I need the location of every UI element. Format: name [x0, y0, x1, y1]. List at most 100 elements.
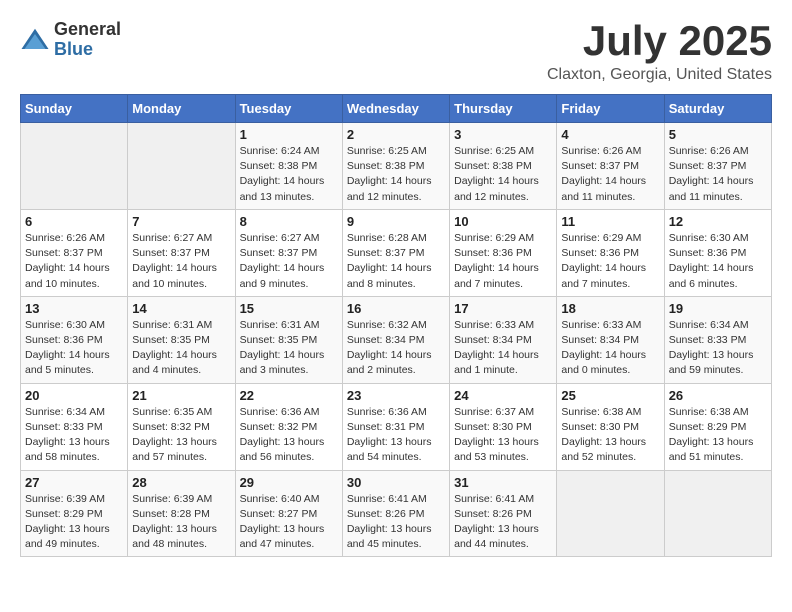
calendar-cell: 22 Sunrise: 6:36 AMSunset: 8:32 PMDayligh…	[235, 383, 342, 470]
calendar-cell: 26 Sunrise: 6:38 AMSunset: 8:29 PMDayligh…	[664, 383, 771, 470]
day-number: 23	[347, 388, 445, 403]
month-title: July 2025	[547, 20, 772, 62]
header-day: Wednesday	[342, 95, 449, 123]
day-info: Sunrise: 6:34 AMSunset: 8:33 PMDaylight:…	[25, 405, 123, 466]
day-info: Sunrise: 6:26 AMSunset: 8:37 PMDaylight:…	[669, 144, 767, 205]
day-info: Sunrise: 6:41 AMSunset: 8:26 PMDaylight:…	[347, 492, 445, 553]
title-area: July 2025 Claxton, Georgia, United State…	[547, 20, 772, 84]
page-header: General Blue July 2025 Claxton, Georgia,…	[20, 20, 772, 84]
day-info: Sunrise: 6:27 AMSunset: 8:37 PMDaylight:…	[132, 231, 230, 292]
day-number: 21	[132, 388, 230, 403]
calendar-cell: 8 Sunrise: 6:27 AMSunset: 8:37 PMDaylight…	[235, 209, 342, 296]
logo-general: General	[54, 20, 121, 40]
calendar-cell: 23Sunrise: 6:36 AMSunset: 8:31 PMDayligh…	[342, 383, 449, 470]
day-info: Sunrise: 6:31 AMSunset: 8:35 PMDaylight:…	[240, 318, 338, 379]
day-info: Sunrise: 6:30 AMSunset: 8:36 PMDaylight:…	[25, 318, 123, 379]
calendar-cell: 21 Sunrise: 6:35 AMSunset: 8:32 PMDayligh…	[128, 383, 235, 470]
day-info: Sunrise: 6:26 AMSunset: 8:37 PMDaylight:…	[25, 231, 123, 292]
day-number: 2	[347, 127, 445, 142]
calendar-cell: 17Sunrise: 6:33 AMSunset: 8:34 PMDayligh…	[450, 296, 557, 383]
calendar-cell	[557, 470, 664, 557]
day-number: 24	[454, 388, 552, 403]
day-number: 20	[25, 388, 123, 403]
day-number: 30	[347, 475, 445, 490]
calendar-cell: 5Sunrise: 6:26 AMSunset: 8:37 PMDaylight…	[664, 123, 771, 210]
day-number: 29	[240, 475, 338, 490]
day-info: Sunrise: 6:32 AMSunset: 8:34 PMDaylight:…	[347, 318, 445, 379]
calendar-cell: 2 Sunrise: 6:25 AMSunset: 8:38 PMDaylight…	[342, 123, 449, 210]
calendar-cell: 15Sunrise: 6:31 AMSunset: 8:35 PMDayligh…	[235, 296, 342, 383]
calendar-week: 20 Sunrise: 6:34 AMSunset: 8:33 PMDayligh…	[21, 383, 772, 470]
day-number: 25	[561, 388, 659, 403]
day-info: Sunrise: 6:27 AMSunset: 8:37 PMDaylight:…	[240, 231, 338, 292]
day-info: Sunrise: 6:26 AMSunset: 8:37 PMDaylight:…	[561, 144, 659, 205]
calendar-cell: 11Sunrise: 6:29 AMSunset: 8:36 PMDayligh…	[557, 209, 664, 296]
day-number: 6	[25, 214, 123, 229]
header-day: Thursday	[450, 95, 557, 123]
header-day: Sunday	[21, 95, 128, 123]
calendar-cell: 25Sunrise: 6:38 AMSunset: 8:30 PMDayligh…	[557, 383, 664, 470]
day-info: Sunrise: 6:39 AMSunset: 8:28 PMDaylight:…	[132, 492, 230, 553]
logo-icon	[20, 25, 50, 55]
day-info: Sunrise: 6:33 AMSunset: 8:34 PMDaylight:…	[561, 318, 659, 379]
calendar-cell: 4 Sunrise: 6:26 AMSunset: 8:37 PMDaylight…	[557, 123, 664, 210]
day-number: 4	[561, 127, 659, 142]
calendar-cell: 31Sunrise: 6:41 AMSunset: 8:26 PMDayligh…	[450, 470, 557, 557]
calendar-cell: 16 Sunrise: 6:32 AMSunset: 8:34 PMDayligh…	[342, 296, 449, 383]
header-day: Monday	[128, 95, 235, 123]
calendar-cell: 13Sunrise: 6:30 AMSunset: 8:36 PMDayligh…	[21, 296, 128, 383]
day-number: 22	[240, 388, 338, 403]
location: Claxton, Georgia, United States	[547, 66, 772, 84]
calendar-cell	[664, 470, 771, 557]
day-info: Sunrise: 6:25 AMSunset: 8:38 PMDaylight:…	[347, 144, 445, 205]
day-number: 14	[132, 301, 230, 316]
day-info: Sunrise: 6:24 AMSunset: 8:38 PMDaylight:…	[240, 144, 338, 205]
day-info: Sunrise: 6:35 AMSunset: 8:32 PMDaylight:…	[132, 405, 230, 466]
day-number: 10	[454, 214, 552, 229]
calendar-cell: 27 Sunrise: 6:39 AMSunset: 8:29 PMDayligh…	[21, 470, 128, 557]
calendar-cell	[128, 123, 235, 210]
calendar-week: 6 Sunrise: 6:26 AMSunset: 8:37 PMDaylight…	[21, 209, 772, 296]
calendar-cell: 12Sunrise: 6:30 AMSunset: 8:36 PMDayligh…	[664, 209, 771, 296]
day-number: 26	[669, 388, 767, 403]
day-info: Sunrise: 6:39 AMSunset: 8:29 PMDaylight:…	[25, 492, 123, 553]
calendar-cell: 24 Sunrise: 6:37 AMSunset: 8:30 PMDayligh…	[450, 383, 557, 470]
day-info: Sunrise: 6:29 AMSunset: 8:36 PMDaylight:…	[561, 231, 659, 292]
day-info: Sunrise: 6:31 AMSunset: 8:35 PMDaylight:…	[132, 318, 230, 379]
calendar-cell: 18 Sunrise: 6:33 AMSunset: 8:34 PMDayligh…	[557, 296, 664, 383]
calendar-cell: 19Sunrise: 6:34 AMSunset: 8:33 PMDayligh…	[664, 296, 771, 383]
day-info: Sunrise: 6:41 AMSunset: 8:26 PMDaylight:…	[454, 492, 552, 553]
calendar-week: 13Sunrise: 6:30 AMSunset: 8:36 PMDayligh…	[21, 296, 772, 383]
day-info: Sunrise: 6:37 AMSunset: 8:30 PMDaylight:…	[454, 405, 552, 466]
day-info: Sunrise: 6:29 AMSunset: 8:36 PMDaylight:…	[454, 231, 552, 292]
day-info: Sunrise: 6:40 AMSunset: 8:27 PMDaylight:…	[240, 492, 338, 553]
day-number: 1	[240, 127, 338, 142]
day-info: Sunrise: 6:28 AMSunset: 8:37 PMDaylight:…	[347, 231, 445, 292]
calendar-cell: 1 Sunrise: 6:24 AMSunset: 8:38 PMDaylight…	[235, 123, 342, 210]
day-number: 3	[454, 127, 552, 142]
day-info: Sunrise: 6:34 AMSunset: 8:33 PMDaylight:…	[669, 318, 767, 379]
calendar-cell: 10 Sunrise: 6:29 AMSunset: 8:36 PMDayligh…	[450, 209, 557, 296]
calendar-cell: 7Sunrise: 6:27 AMSunset: 8:37 PMDaylight…	[128, 209, 235, 296]
calendar-cell: 30 Sunrise: 6:41 AMSunset: 8:26 PMDayligh…	[342, 470, 449, 557]
calendar-week: 1 Sunrise: 6:24 AMSunset: 8:38 PMDaylight…	[21, 123, 772, 210]
calendar-cell: 9 Sunrise: 6:28 AMSunset: 8:37 PMDaylight…	[342, 209, 449, 296]
day-info: Sunrise: 6:38 AMSunset: 8:29 PMDaylight:…	[669, 405, 767, 466]
calendar-table: SundayMondayTuesdayWednesdayThursdayFrid…	[20, 94, 772, 557]
logo: General Blue	[20, 20, 121, 60]
calendar-header: SundayMondayTuesdayWednesdayThursdayFrid…	[21, 95, 772, 123]
header-day: Tuesday	[235, 95, 342, 123]
calendar-cell: 20 Sunrise: 6:34 AMSunset: 8:33 PMDayligh…	[21, 383, 128, 470]
day-number: 9	[347, 214, 445, 229]
calendar-cell: 29 Sunrise: 6:40 AMSunset: 8:27 PMDayligh…	[235, 470, 342, 557]
day-number: 16	[347, 301, 445, 316]
day-number: 18	[561, 301, 659, 316]
logo-text: General Blue	[54, 20, 121, 60]
day-number: 27	[25, 475, 123, 490]
logo-blue: Blue	[54, 40, 121, 60]
day-info: Sunrise: 6:36 AMSunset: 8:32 PMDaylight:…	[240, 405, 338, 466]
calendar-cell: 3Sunrise: 6:25 AMSunset: 8:38 PMDaylight…	[450, 123, 557, 210]
day-number: 8	[240, 214, 338, 229]
calendar-week: 27 Sunrise: 6:39 AMSunset: 8:29 PMDayligh…	[21, 470, 772, 557]
calendar-cell	[21, 123, 128, 210]
